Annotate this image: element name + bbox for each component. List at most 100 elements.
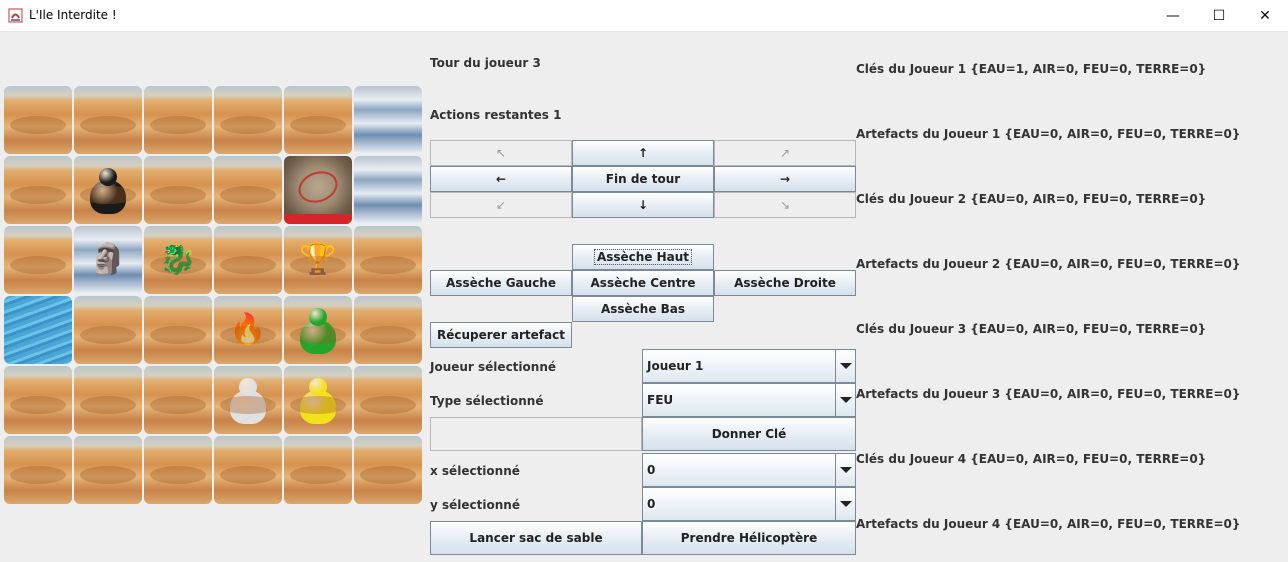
desert-tile[interactable] [4, 86, 72, 154]
dry-left-button[interactable]: Assèche Gauche [430, 270, 572, 296]
black-pawn [88, 164, 128, 216]
flood-tile[interactable]: 🗿 [74, 226, 142, 294]
black-pawn-body [90, 180, 126, 214]
desert-tile[interactable] [144, 296, 212, 364]
close-button[interactable]: ✕ [1242, 0, 1288, 32]
y-select[interactable]: 0 [642, 487, 856, 521]
x-select-value: 0 [647, 463, 656, 477]
desert-tile[interactable] [214, 366, 282, 434]
player-3-keys: Clés du Joueur 3 {EAU=0, AIR=0, FEU=0, T… [856, 322, 1207, 336]
end-turn-button[interactable]: Fin de tour [572, 166, 714, 192]
desert-tile[interactable] [144, 366, 212, 434]
player-2-artifacts: Artefacts du Joueur 2 {EAU=0, AIR=0, FEU… [856, 257, 1241, 271]
desert-tile[interactable]: 🏆 [284, 226, 352, 294]
type-select-label: Type sélectionné [430, 394, 544, 408]
desert-tile[interactable]: 🐉 [144, 226, 212, 294]
give-key-button[interactable]: Donner Clé [642, 417, 856, 451]
desert-tile[interactable] [354, 296, 422, 364]
helicopter-button[interactable]: Prendre Hélicoptère [642, 521, 856, 555]
move-up-left-button[interactable]: ↖ [430, 140, 572, 166]
player-select[interactable]: Joueur 1 [642, 349, 856, 383]
sandbag-button[interactable]: Lancer sac de sable [430, 521, 642, 555]
desert-tile[interactable] [74, 366, 142, 434]
dry-up-button[interactable]: Assèche Haut [572, 244, 714, 270]
white-pawn-body [230, 390, 266, 424]
desert-tile[interactable] [354, 226, 422, 294]
desert-tile[interactable] [214, 226, 282, 294]
desert-tile[interactable] [74, 436, 142, 504]
dry-right-button[interactable]: Assèche Droite [714, 270, 856, 296]
move-down-button[interactable]: ↓ [572, 192, 714, 218]
java-app-icon [8, 8, 23, 23]
x-select-label: x sélectionné [430, 464, 520, 478]
helipad-marking [294, 166, 342, 208]
turn-label: Tour du joueur 3 [430, 56, 541, 70]
type-select-value: FEU [647, 393, 674, 407]
heliport-red-bar [284, 214, 352, 224]
player-select-label: Joueur sélectionné [430, 360, 556, 374]
desert-tile[interactable] [354, 436, 422, 504]
desert-tile[interactable] [74, 156, 142, 224]
desert-tile[interactable] [214, 86, 282, 154]
black-pawn-head [99, 168, 117, 186]
desert-tile[interactable] [284, 366, 352, 434]
player-1-artifacts: Artefacts du Joueur 1 {EAU=0, AIR=0, FEU… [856, 127, 1241, 141]
recover-artifact-button[interactable]: Récuperer artefact [430, 322, 572, 348]
dry-down-button[interactable]: Assèche Bas [572, 296, 714, 322]
minimize-button[interactable]: — [1150, 0, 1196, 32]
desert-tile[interactable] [4, 156, 72, 224]
desert-tile[interactable] [144, 86, 212, 154]
flood-tile[interactable] [354, 86, 422, 154]
desert-tile[interactable] [144, 436, 212, 504]
move-up-right-button[interactable]: ↗ [714, 140, 856, 166]
desert-tile[interactable] [284, 436, 352, 504]
maximize-button[interactable]: ☐ [1196, 0, 1242, 32]
chevron-down-icon[interactable] [835, 384, 855, 416]
island-board[interactable]: 🗿 🐉 🏆 🔥 [4, 86, 426, 506]
x-select[interactable]: 0 [642, 453, 856, 487]
fire-artifact-crystal-icon: 🔥 [229, 312, 267, 347]
type-select[interactable]: FEU [642, 383, 856, 417]
window-title-bar: L'Ile Interdite ! — ☐ ✕ [0, 0, 1288, 32]
desert-tile[interactable] [284, 296, 352, 364]
player-4-keys: Clés du Joueur 4 {EAU=0, AIR=0, FEU=0, T… [856, 452, 1207, 466]
dry-up-label: Assèche Haut [593, 249, 693, 265]
desert-tile[interactable] [144, 156, 212, 224]
sea-tile[interactable] [4, 296, 72, 364]
water-artifact-chalice-icon: 🏆 [299, 242, 337, 277]
desert-tile[interactable] [284, 86, 352, 154]
desert-tile[interactable] [4, 226, 72, 294]
desert-tile[interactable] [214, 156, 282, 224]
desert-tile[interactable] [74, 86, 142, 154]
desert-tile[interactable] [214, 436, 282, 504]
move-right-button[interactable]: → [714, 166, 856, 192]
player-2-keys: Clés du Joueur 2 {EAU=0, AIR=0, FEU=0, T… [856, 192, 1207, 206]
white-pawn-head [239, 378, 257, 396]
yellow-pawn-body [300, 390, 336, 424]
player-select-value: Joueur 1 [647, 359, 704, 373]
empty-panel [430, 417, 642, 451]
move-up-button[interactable]: ↑ [572, 140, 714, 166]
chevron-down-icon[interactable] [835, 454, 855, 486]
move-left-button[interactable]: ← [430, 166, 572, 192]
desert-tile[interactable] [354, 366, 422, 434]
desert-tile[interactable] [74, 296, 142, 364]
desert-tile[interactable]: 🔥 [214, 296, 282, 364]
flood-tile[interactable] [354, 156, 422, 224]
y-select-label: y sélectionné [430, 498, 520, 512]
green-pawn-body [300, 320, 336, 354]
move-down-left-button[interactable]: ↙ [430, 192, 572, 218]
yellow-pawn [298, 374, 338, 426]
heliport-tile[interactable] [284, 156, 352, 224]
white-pawn [228, 374, 268, 426]
green-pawn [298, 304, 338, 356]
chevron-down-icon[interactable] [835, 488, 855, 520]
desert-tile[interactable] [4, 436, 72, 504]
move-down-right-button[interactable]: ↘ [714, 192, 856, 218]
chevron-down-icon[interactable] [835, 350, 855, 382]
player-4-artifacts: Artefacts du Joueur 4 {EAU=0, AIR=0, FEU… [856, 517, 1241, 531]
player-3-artifacts: Artefacts du Joueur 3 {EAU=0, AIR=0, FEU… [856, 387, 1241, 401]
dry-center-button[interactable]: Assèche Centre [572, 270, 714, 296]
y-select-value: 0 [647, 497, 656, 511]
desert-tile[interactable] [4, 366, 72, 434]
